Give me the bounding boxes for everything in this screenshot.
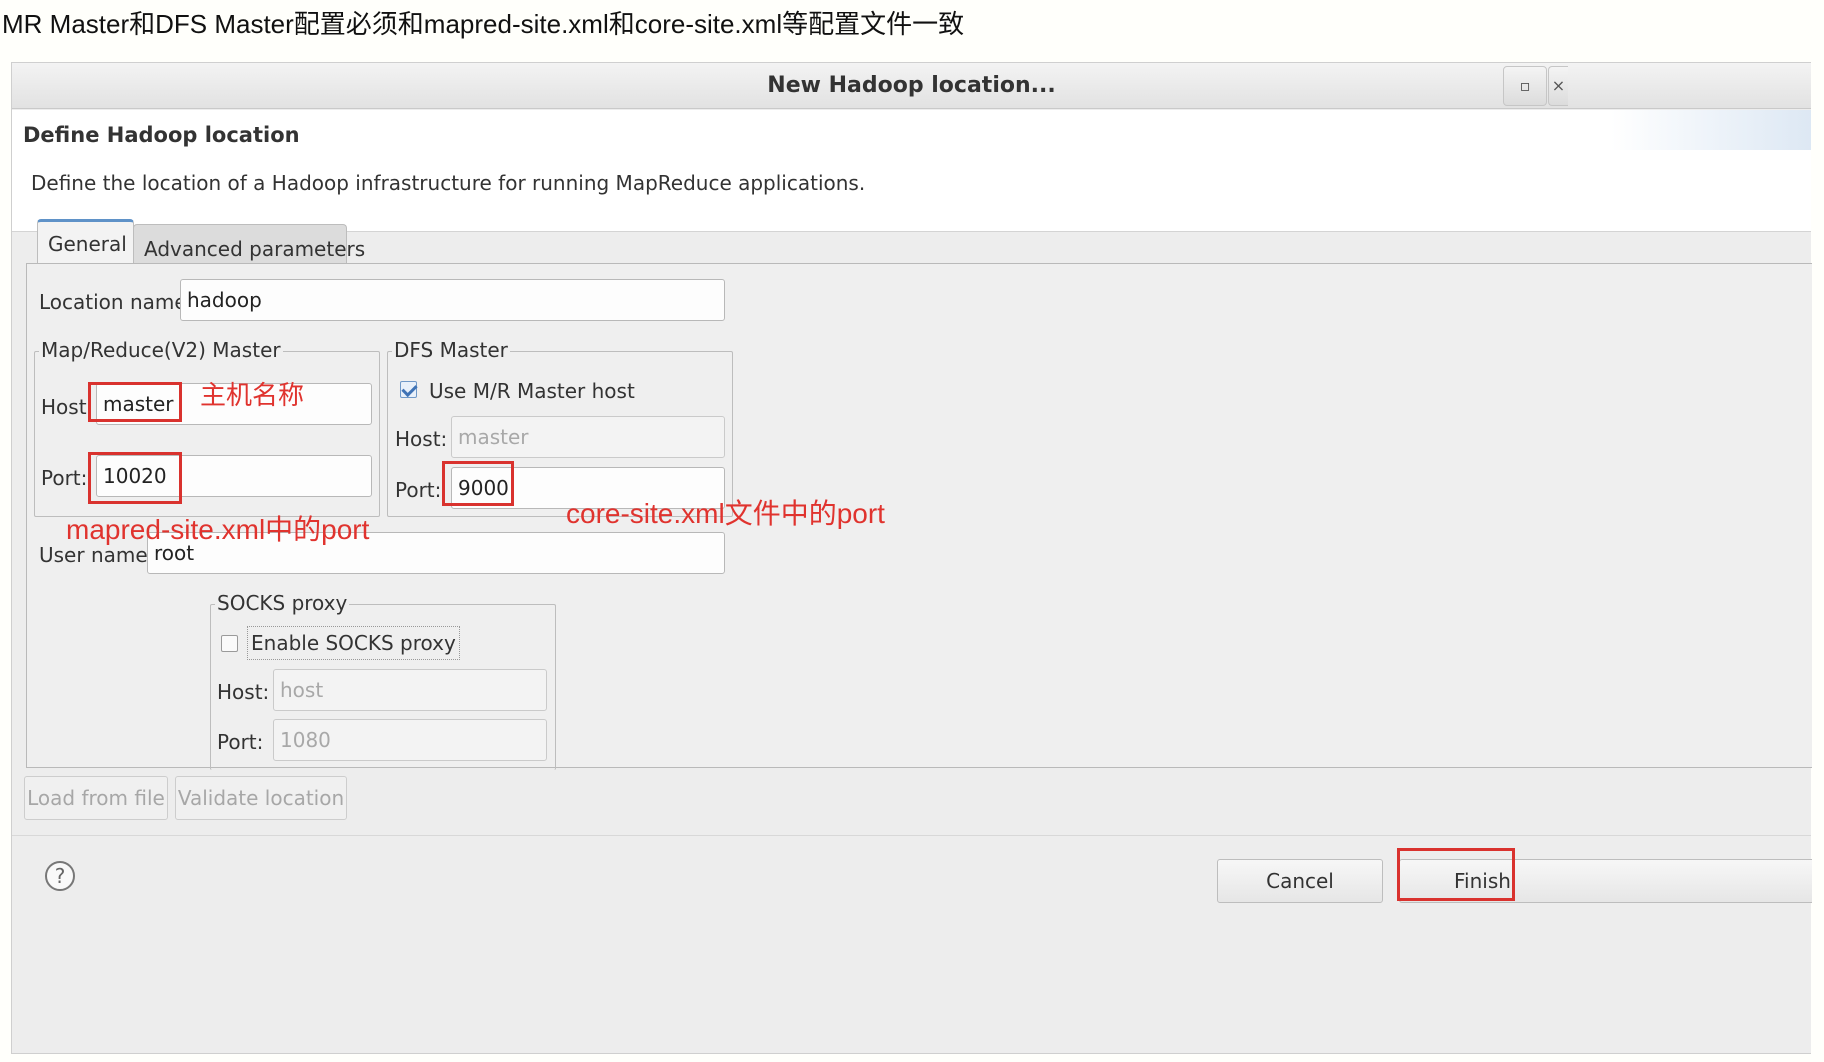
mr-master-title: Map/Reduce(V2) Master bbox=[39, 338, 283, 362]
socks-proxy-group: SOCKS proxy Enable SOCKS proxy Host: hos… bbox=[210, 591, 556, 770]
mapred-port-annotation: mapred-site.xml中的port bbox=[66, 514, 370, 545]
mr-port-label: Port: bbox=[41, 466, 88, 490]
wizard-header: Define Hadoop location Define the locati… bbox=[12, 110, 1811, 232]
use-mr-host-label[interactable]: Use M/R Master host bbox=[429, 379, 635, 403]
tab-advanced-parameters[interactable]: Advanced parameters bbox=[133, 224, 365, 267]
header-gradient bbox=[1611, 110, 1811, 150]
help-icon[interactable]: ? bbox=[45, 861, 75, 891]
footer-separator bbox=[12, 835, 1811, 836]
tab-general-label: General bbox=[48, 232, 127, 256]
page-caption: MR Master和DFS Master配置必须和mapred-site.xml… bbox=[2, 9, 965, 39]
maximize-button[interactable]: ▫ bbox=[1503, 66, 1547, 106]
mr-port-input[interactable]: 10020 bbox=[96, 455, 372, 497]
core-port-annotation: core-site.xml文件中的port bbox=[566, 498, 885, 529]
dfs-host-input[interactable]: master bbox=[451, 416, 725, 458]
close-button[interactable]: × bbox=[1548, 66, 1568, 106]
location-name-label: Location name: bbox=[39, 290, 194, 314]
title-bar: New Hadoop location... ▫ × bbox=[12, 63, 1811, 109]
dfs-port-label: Port: bbox=[395, 478, 442, 502]
socks-host-label: Host: bbox=[217, 680, 270, 704]
dialog-window: New Hadoop location... ▫ × Define Hadoop… bbox=[11, 62, 1812, 1054]
load-from-file-button[interactable]: Load from file bbox=[24, 776, 168, 820]
close-icon: × bbox=[1551, 76, 1566, 95]
finish-button[interactable]: Finish bbox=[1399, 859, 1812, 903]
socks-host-input[interactable]: host bbox=[273, 669, 547, 711]
use-mr-host-checkbox[interactable] bbox=[400, 381, 417, 398]
header-title: Define Hadoop location bbox=[23, 123, 300, 147]
enable-socks-label[interactable]: Enable SOCKS proxy bbox=[247, 626, 460, 660]
tab-advanced-label: Advanced parameters bbox=[144, 237, 366, 261]
dfs-host-label: Host: bbox=[395, 427, 448, 451]
mr-host-label: Host: bbox=[41, 395, 94, 419]
header-description: Define the location of a Hadoop infrastr… bbox=[31, 171, 866, 195]
socks-proxy-title: SOCKS proxy bbox=[215, 591, 350, 615]
validate-location-button[interactable]: Validate location bbox=[175, 776, 347, 820]
socks-port-label: Port: bbox=[217, 730, 264, 754]
cancel-button[interactable]: Cancel bbox=[1217, 859, 1383, 903]
host-annotation: 主机名称 bbox=[200, 381, 305, 411]
tab-general[interactable]: General bbox=[37, 219, 134, 267]
location-name-input[interactable]: hadoop bbox=[180, 279, 725, 321]
dfs-master-title: DFS Master bbox=[392, 338, 510, 362]
enable-socks-checkbox[interactable] bbox=[221, 635, 238, 652]
maximize-icon: ▫ bbox=[1519, 76, 1531, 95]
socks-port-input[interactable]: 1080 bbox=[273, 719, 547, 761]
